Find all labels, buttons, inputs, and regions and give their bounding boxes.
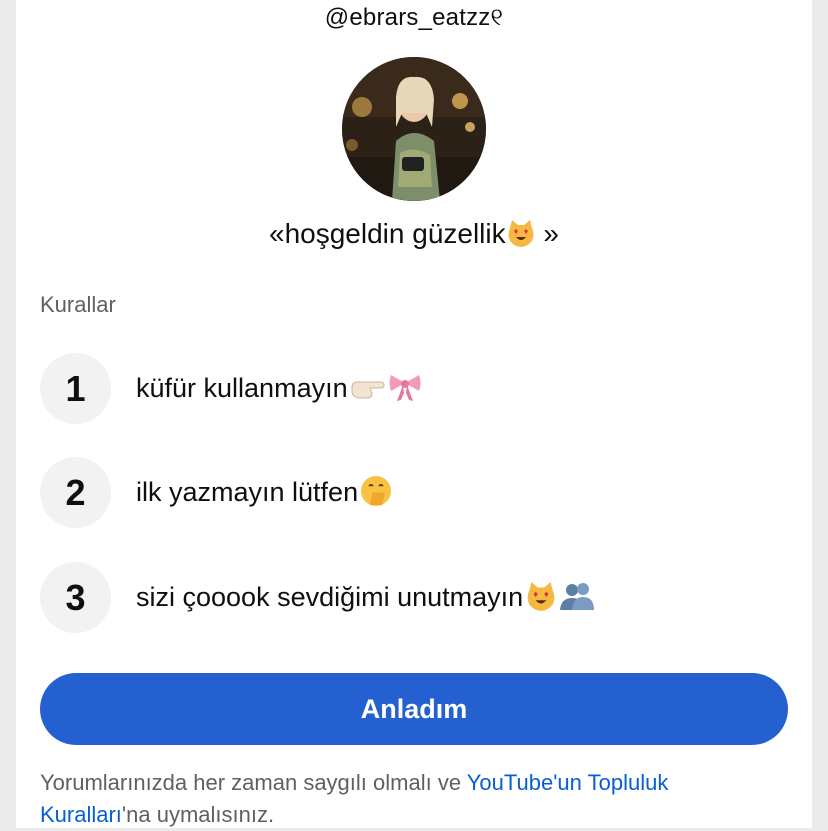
rule-item-1: 1 küfür kullanmayın (40, 353, 800, 425)
rule-item-2: 2 ilk yazmayın lütfen (40, 457, 800, 529)
footer-notice: Yorumlarınızda her zaman saygılı olmalı … (40, 767, 780, 831)
pointing-hand-icon (351, 381, 385, 399)
rule-number: 2 (40, 457, 111, 528)
rules-sheet: @ebrars_eatzz୧ «hoşgeldin güzellik » Kur… (16, 0, 812, 828)
busts-icon (560, 583, 595, 610)
rule-text: sizi çooook sevdiğimi unutmayın (136, 580, 595, 613)
rule-text-label: sizi çooook sevdiğimi unutmayın (136, 582, 524, 612)
welcome-message: «hoşgeldin güzellik » (16, 218, 812, 250)
welcome-end: » (535, 218, 559, 249)
welcome-text: «hoşgeldin güzellik (269, 218, 506, 249)
rule-text-label: küfür kullanmayın (136, 373, 348, 403)
footer-text-before: Yorumlarınızda her zaman saygılı olmalı … (40, 770, 467, 795)
rule-text-label: ilk yazmayın lütfen (136, 477, 359, 507)
footer-text-after: 'na uymalısınız. (121, 802, 275, 827)
rule-text: küfür kullanmayın (136, 371, 422, 404)
hand-over-mouth-face-icon (361, 476, 392, 506)
avatar (342, 57, 486, 201)
rule-text: ilk yazmayın lütfen (136, 475, 392, 508)
confirm-button[interactable]: Anladım (40, 673, 788, 745)
channel-handle: @ebrars_eatzz୧ (324, 4, 504, 31)
heart-eyes-cat-icon (508, 220, 534, 247)
heart-eyes-cat-icon (527, 582, 555, 611)
rule-number: 1 (40, 353, 111, 424)
rule-number: 3 (40, 562, 111, 633)
rule-item-3: 3 sizi çooook sevdiğimi unutmayın (40, 562, 800, 634)
rules-section-label: Kurallar (40, 292, 116, 317)
ribbon-bow-icon (389, 375, 421, 401)
